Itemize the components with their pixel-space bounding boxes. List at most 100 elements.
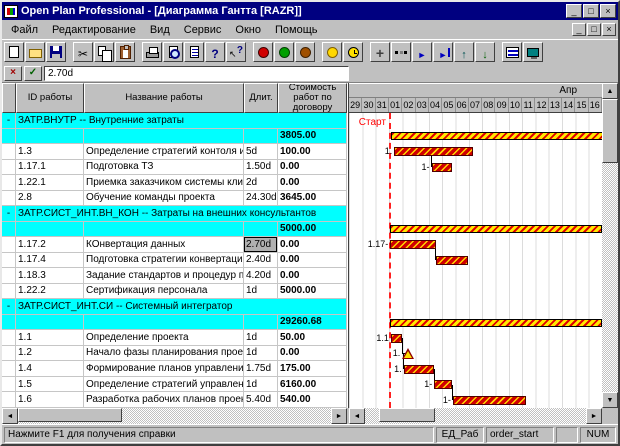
cell-id[interactable]: 1.6 [16,392,84,408]
gantt-bar-summary[interactable] [390,319,602,327]
cell-duration[interactable]: 5d [244,144,278,160]
table-scroll-left-button[interactable]: ◄ [2,408,18,424]
time-analysis-button[interactable] [253,42,273,62]
cell-duration[interactable]: 5.40d [244,392,278,408]
vertical-scroll-thumb[interactable] [602,99,618,163]
cell-cost[interactable]: 540.00 [278,392,347,408]
cut-button[interactable] [73,42,93,62]
cell-duration[interactable] [244,315,278,331]
table-row[interactable]: 5000.00 [2,222,347,238]
mdi-minimize-button[interactable]: _ [572,23,586,36]
gantt-bar-task[interactable] [453,396,526,405]
cell-name[interactable]: Определение проекта [84,330,244,346]
progress-button[interactable] [343,42,363,62]
scroll-up-button[interactable]: ▲ [602,83,618,99]
row-collapse-toggle[interactable]: - [2,206,16,222]
cell-cost[interactable]: 100.00 [278,144,347,160]
cell-cost[interactable]: 29260.68 [278,315,347,331]
cell-name[interactable] [84,222,244,238]
cell-name[interactable]: Определение стратегий контоля и отч [84,144,244,160]
close-button[interactable]: × [600,4,616,18]
gantt-hscroll-thumb[interactable] [379,408,435,422]
cell-duration[interactable] [244,222,278,238]
table-hscroll-track[interactable] [18,408,331,424]
table-row[interactable]: 1.17.2КОнвертация данных2.70d0.00 [2,237,347,253]
gantt-milestone[interactable] [402,348,414,359]
table-row[interactable]: 1.17.1Подготовка ТЗ1.50d0.00 [2,160,347,176]
cell-name[interactable]: КОнвертация данных [84,237,244,253]
cell-duration[interactable]: 1d [244,330,278,346]
table-row[interactable]: 1.1Определение проекта1d50.00 [2,330,347,346]
table-row[interactable]: 29260.68 [2,315,347,331]
cell-cost[interactable]: 0.00 [278,268,347,284]
context-help-button[interactable] [226,42,246,62]
gantt-bar-task[interactable] [390,240,435,249]
cell-duration[interactable]: 2d [244,175,278,191]
gantt-bar-summary[interactable] [390,225,602,233]
vertical-scrollbar[interactable]: ▲ ▼ [602,83,618,408]
table-hscrollbar[interactable]: ◄ ► [2,408,347,424]
row-collapse-toggle[interactable]: - [2,299,16,315]
report-button[interactable] [184,42,204,62]
cell-duration[interactable]: 1d [244,377,278,393]
row-collapse-toggle[interactable]: - [2,113,16,129]
table-row[interactable]: 1.18.3Задание стандартов и процедур по д… [2,268,347,284]
menu-item-2[interactable]: Вид [143,22,177,38]
spreadsheet-view-button[interactable] [523,42,543,62]
baseline-button[interactable] [322,42,342,62]
gantt-scroll-left-button[interactable]: ◄ [349,408,365,424]
table-row[interactable]: 1.17.4Подготовка стратегии конвертации2.… [2,253,347,269]
gantt-hscroll-track[interactable] [365,408,586,424]
cell-cost[interactable]: 3805.00 [278,129,347,145]
gantt-hscrollbar[interactable]: ◄ ► [349,408,602,424]
cell-duration[interactable]: 1.50d [244,160,278,176]
table-row[interactable]: 1.22.2Сертификация персонала1d5000.00 [2,284,347,300]
open-file-button[interactable] [25,42,45,62]
cell-duration[interactable]: 1d [244,284,278,300]
cell-name[interactable]: Подготовка стратегии конвертации [84,253,244,269]
table-row[interactable]: -ЗАТР.СИСТ_ИНТ.ВН_КОН -- Затраты на внеш… [2,206,347,222]
cell-cost[interactable]: 3645.00 [278,191,347,207]
table-hscroll-thumb[interactable] [18,408,122,422]
cell-id[interactable]: 1.2 [16,346,84,362]
cell-name[interactable]: Определение стратегий управления и [84,377,244,393]
table-row[interactable]: 1.4Формирование планов управления1.75d17… [2,361,347,377]
header-cost[interactable]: Стоимость работ по договору [278,83,347,113]
gantt-bar-task[interactable] [404,365,435,374]
menu-item-5[interactable]: Помощь [268,22,325,38]
cell-id[interactable]: 1.3 [16,144,84,160]
cell-name[interactable]: Сертификация персонала [84,284,244,300]
header-name[interactable]: Название работы [84,83,244,113]
menu-item-4[interactable]: Окно [228,22,268,38]
cell-name[interactable]: Задание стандартов и процедур по д [84,268,244,284]
cell-cost[interactable]: 0.00 [278,175,347,191]
cell-id[interactable]: 1.4 [16,361,84,377]
table-row[interactable]: 1.3Определение стратегий контоля и отч5d… [2,144,347,160]
cell-id[interactable]: 1.17.1 [16,160,84,176]
resource-analysis-button[interactable] [274,42,294,62]
cell-name[interactable] [84,315,244,331]
mdi-close-button[interactable]: × [602,23,616,36]
cell-duration[interactable] [244,129,278,145]
header-id[interactable]: ID работы [16,83,84,113]
gantt-view-button[interactable] [502,42,522,62]
gantt-bar-task[interactable] [391,334,402,343]
cell-cost[interactable]: 5000.00 [278,284,347,300]
cell-duration[interactable]: 4.20d [244,268,278,284]
cancel-edit-button[interactable]: × [4,66,22,81]
table-row[interactable]: 1.5Определение стратегий управления и1d6… [2,377,347,393]
cell-name[interactable]: Обучение команды проекта [84,191,244,207]
table-row[interactable]: -ЗАТР.СИСТ_ИНТ.СИ -- Системный интеграто… [2,299,347,315]
table-scroll-right-button[interactable]: ► [331,408,347,424]
cell-id[interactable]: 1.22.2 [16,284,84,300]
cell-id[interactable]: 1.17.2 [16,237,84,253]
vertical-scroll-track[interactable] [602,99,618,392]
mdi-restore-button[interactable]: □ [587,23,601,36]
cell-id[interactable]: 1.1 [16,330,84,346]
cell-id[interactable]: 1.22.1 [16,175,84,191]
add-activity-button[interactable] [370,42,390,62]
new-file-button[interactable] [4,42,24,62]
cell-name[interactable]: Подготовка ТЗ [84,160,244,176]
menu-item-1[interactable]: Редактирование [45,22,143,38]
gantt-bar-task[interactable] [432,163,452,172]
